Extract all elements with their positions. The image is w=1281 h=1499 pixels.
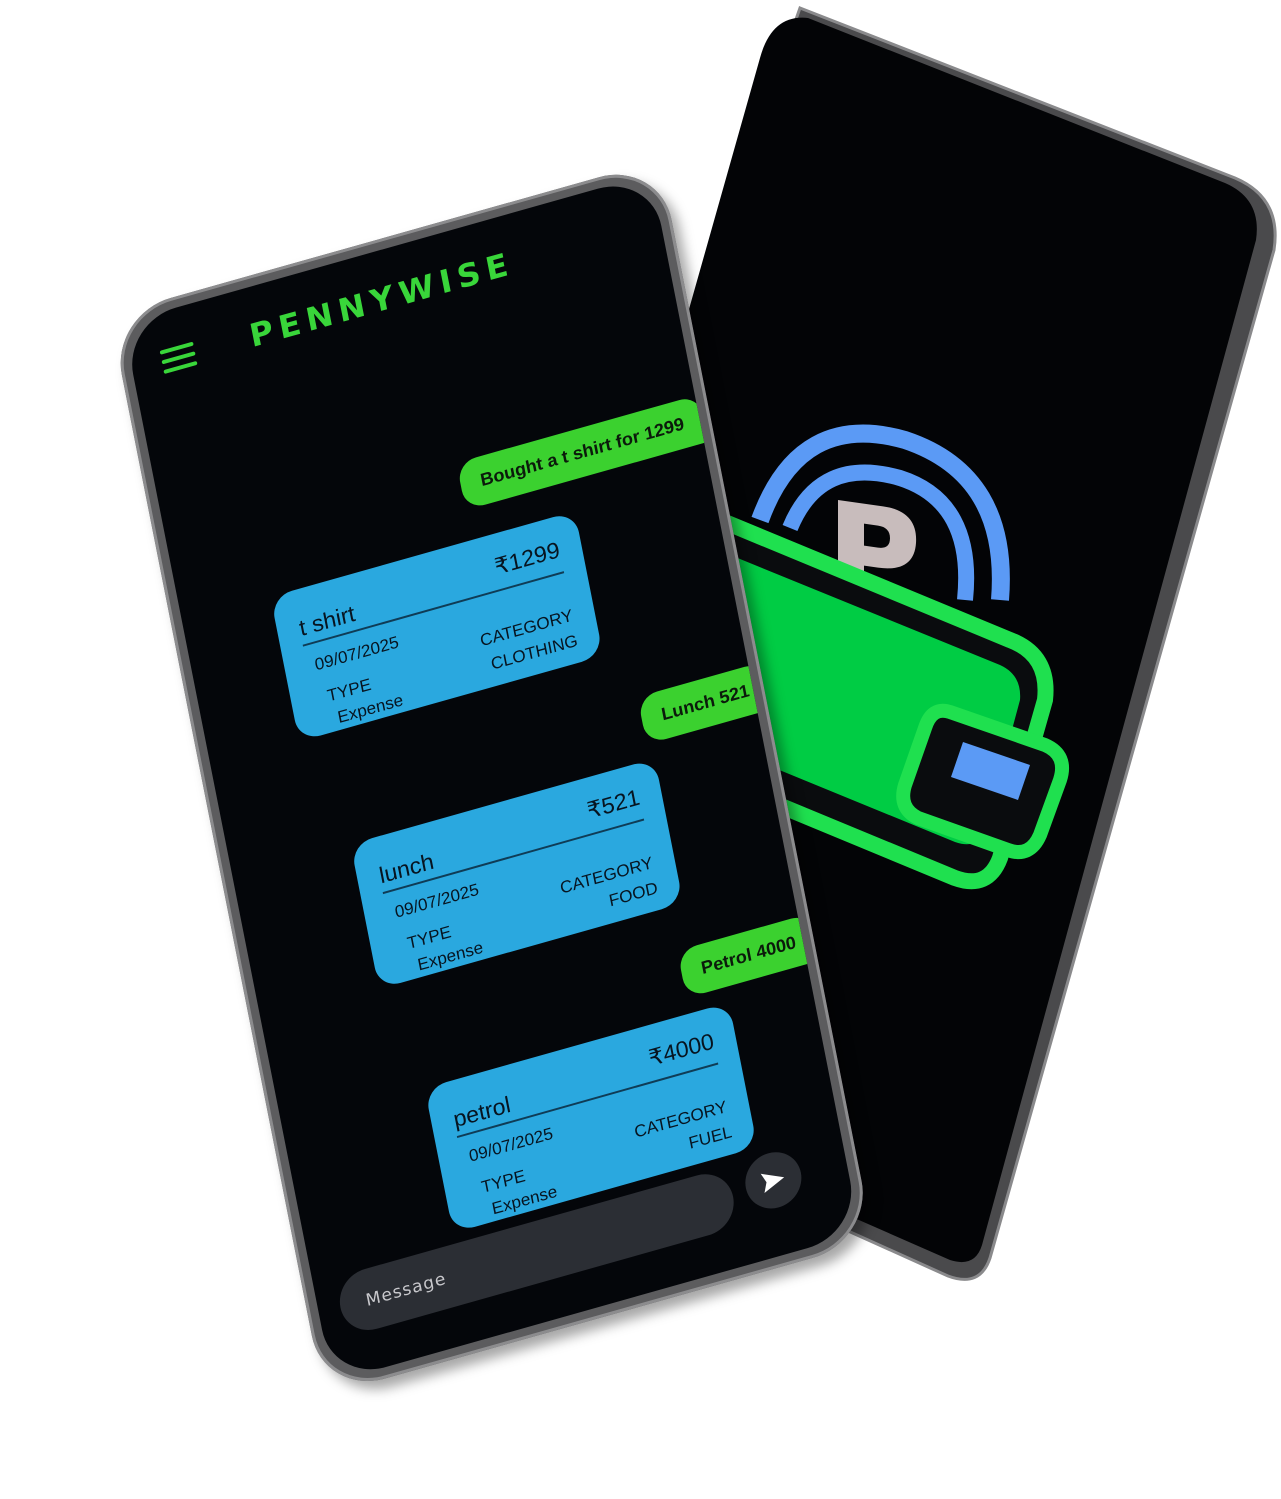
expense-name: t shirt [296, 600, 358, 641]
user-message: Bought a t shirt for 1299 [456, 394, 709, 511]
user-message: Petrol 4000 [677, 913, 821, 999]
expense-card[interactable]: t shirt ₹1299 09/07/2025 TYPE Expense CA… [270, 511, 604, 742]
expense-card[interactable]: lunch ₹521 09/07/2025 TYPE Expense CATEG… [350, 758, 684, 989]
expense-name: petrol [451, 1091, 513, 1133]
send-icon [760, 1173, 785, 1194]
expense-amount: ₹521 [584, 783, 642, 824]
category-value: FUEL [687, 1122, 734, 1153]
expense-name: lunch [376, 847, 436, 889]
